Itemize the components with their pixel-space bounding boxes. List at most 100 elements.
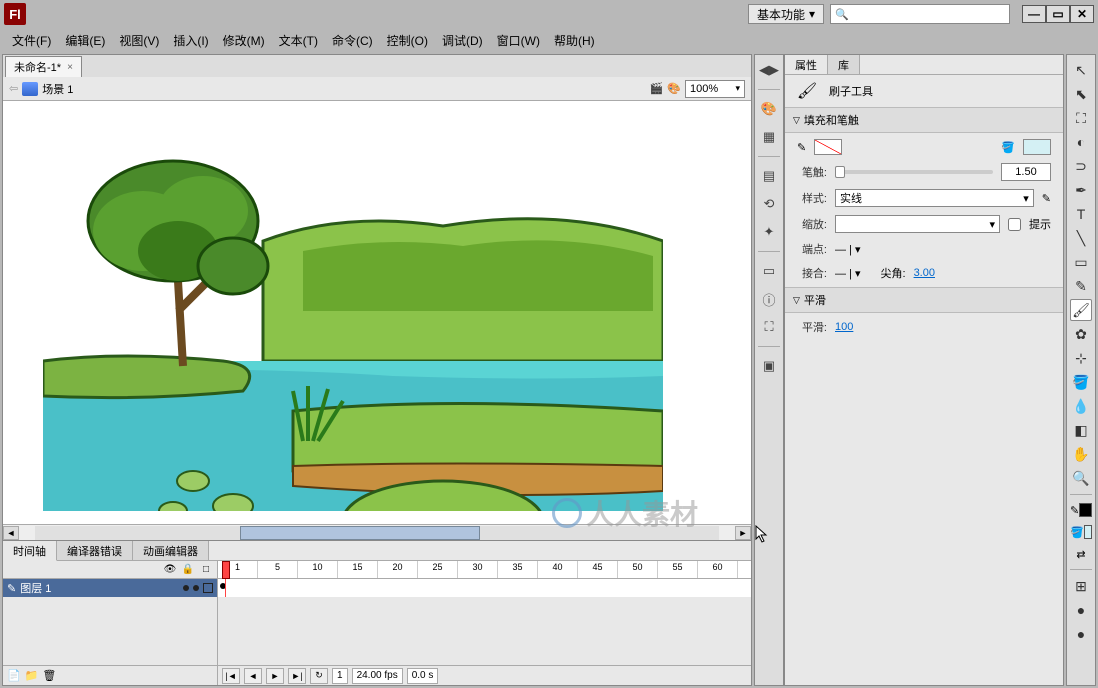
menu-file[interactable]: 文件(F) xyxy=(6,30,57,51)
zoom-tool-icon[interactable]: 🔍 xyxy=(1070,467,1092,489)
minimize-button[interactable]: — xyxy=(1022,5,1046,23)
workspace-selector[interactable]: 基本功能 ▾ xyxy=(748,4,824,24)
expand-dock-icon[interactable]: ◀▶ xyxy=(758,59,780,81)
brush-shape-icon[interactable]: ● xyxy=(1070,623,1092,645)
lock-icon[interactable]: 🔒 xyxy=(181,564,195,575)
selection-tool-icon[interactable]: ↖ xyxy=(1070,59,1092,81)
transform-icon[interactable]: ⟲ xyxy=(758,193,780,215)
lasso-tool-icon[interactable]: ⊃ xyxy=(1070,155,1092,177)
horizontal-scrollbar[interactable]: ◄ ► xyxy=(3,524,751,540)
text-tool-icon[interactable]: T xyxy=(1070,203,1092,225)
info-icon[interactable]: ✦ xyxy=(758,221,780,243)
style-combo[interactable]: 实线▾ xyxy=(835,189,1034,207)
align-icon[interactable]: ▤ xyxy=(758,165,780,187)
fill-palette-swatch[interactable] xyxy=(1084,525,1092,539)
section-fill-stroke[interactable]: ▽ 填充和笔触 xyxy=(785,107,1063,133)
menu-debug[interactable]: 调试(D) xyxy=(436,30,489,51)
maximize-button[interactable]: ▭ xyxy=(1046,5,1070,23)
eyedropper-icon[interactable]: 💧 xyxy=(1070,395,1092,417)
library-icon[interactable]: ▭ xyxy=(758,260,780,282)
edit-scene-icon[interactable]: 🎬 xyxy=(650,82,664,95)
subselect-tool-icon[interactable]: ⬉ xyxy=(1070,83,1092,105)
hand-tool-icon[interactable]: ✋ xyxy=(1070,443,1092,465)
bucket-tool-icon[interactable]: 🪣 xyxy=(1070,371,1092,393)
menu-text[interactable]: 文本(T) xyxy=(273,30,324,51)
cap-value[interactable]: — | ▾ xyxy=(835,243,861,256)
scroll-thumb[interactable] xyxy=(240,526,479,540)
stroke-color-swatch[interactable] xyxy=(814,139,842,155)
brush-tool-icon[interactable]: 🖌 xyxy=(1070,299,1092,321)
rectangle-tool-icon[interactable]: ▭ xyxy=(1070,251,1092,273)
search-input[interactable]: 🔍 xyxy=(830,4,1010,24)
close-button[interactable]: ✕ xyxy=(1070,5,1094,23)
pencil-swatch-icon: ✎ xyxy=(797,141,806,154)
tab-timeline[interactable]: 时间轴 xyxy=(3,541,57,561)
transform2-icon[interactable]: ⛶ xyxy=(758,316,780,338)
fill-color-swatch[interactable] xyxy=(1023,139,1051,155)
step-back-icon[interactable]: ◄ xyxy=(244,668,262,684)
tab-properties[interactable]: 属性 xyxy=(785,55,828,74)
eraser-tool-icon[interactable]: ◧ xyxy=(1070,419,1092,441)
scale-combo[interactable]: ▾ xyxy=(835,215,1000,233)
section-smoothing[interactable]: ▽ 平滑 xyxy=(785,287,1063,313)
scroll-left-icon[interactable]: ◄ xyxy=(3,526,19,540)
stroke-value[interactable]: 1.50 xyxy=(1001,163,1051,181)
scene-bar: ⇦ 场景 1 🎬 🎨 100% ▾ xyxy=(3,77,751,101)
menu-insert[interactable]: 插入(I) xyxy=(167,30,214,51)
swap-colors-icon[interactable]: ⇄ xyxy=(1070,544,1092,564)
stroke-palette-swatch[interactable] xyxy=(1079,503,1092,517)
line-tool-icon[interactable]: ╲ xyxy=(1070,227,1092,249)
join-value[interactable]: — | ▾ xyxy=(835,267,861,280)
miter-value[interactable]: 3.00 xyxy=(914,267,935,279)
scroll-right-icon[interactable]: ► xyxy=(735,526,751,540)
deco-tool-icon[interactable]: ✿ xyxy=(1070,323,1092,345)
info2-icon[interactable]: ⓘ xyxy=(758,288,780,310)
new-layer-icon[interactable]: 📄 xyxy=(7,669,21,682)
play-icon[interactable]: ► xyxy=(266,668,284,684)
rewind-icon[interactable]: |◄ xyxy=(222,668,240,684)
zoom-field[interactable]: 100% ▾ xyxy=(685,80,745,98)
pencil-icon: ✎ xyxy=(7,582,16,595)
delete-layer-icon[interactable]: 🗑 xyxy=(42,669,56,682)
frames-row[interactable] xyxy=(218,579,751,597)
outline-icon[interactable]: □ xyxy=(199,564,213,575)
pen-tool-icon[interactable]: ✒ xyxy=(1070,179,1092,201)
option-1-icon[interactable]: ⊞ xyxy=(1070,575,1092,597)
tab-motion-editor[interactable]: 动画编辑器 xyxy=(133,541,209,560)
menu-window[interactable]: 窗口(W) xyxy=(491,30,546,51)
eye-icon[interactable]: 👁 xyxy=(163,564,177,575)
smooth-value[interactable]: 100 xyxy=(835,321,853,333)
canvas[interactable] xyxy=(3,101,751,524)
new-folder-icon[interactable]: 📁 xyxy=(25,669,39,682)
step-fwd-icon[interactable]: ►| xyxy=(288,668,306,684)
document-tab[interactable]: 未命名-1* × xyxy=(5,56,82,77)
menu-control[interactable]: 控制(O) xyxy=(381,30,434,51)
3d-rotate-icon[interactable]: ◐ xyxy=(1070,131,1092,153)
edit-symbol-icon[interactable]: 🎨 xyxy=(667,82,681,95)
menu-modify[interactable]: 修改(M) xyxy=(217,30,271,51)
free-transform-icon[interactable]: ⛶ xyxy=(1070,107,1092,129)
menu-view[interactable]: 视图(V) xyxy=(113,30,165,51)
brush-size-icon[interactable]: ● xyxy=(1070,599,1092,621)
menu-edit[interactable]: 编辑(E) xyxy=(59,30,111,51)
current-frame[interactable]: 1 xyxy=(332,668,348,684)
tab-library[interactable]: 库 xyxy=(828,55,860,74)
loop-icon[interactable]: ↻ xyxy=(310,668,328,684)
close-tab-icon[interactable]: × xyxy=(67,62,73,73)
collapse-icon: ▽ xyxy=(793,115,800,126)
bone-tool-icon[interactable]: ⊹ xyxy=(1070,347,1092,369)
palette-icon[interactable]: 🎨 xyxy=(758,98,780,120)
tab-compiler-errors[interactable]: 编译器错误 xyxy=(57,541,133,560)
layer-row[interactable]: ✎ 图层 1 xyxy=(3,579,217,597)
back-arrow-icon[interactable]: ⇦ xyxy=(9,82,18,95)
playhead[interactable] xyxy=(222,561,230,579)
components-icon[interactable]: ▣ xyxy=(758,355,780,377)
hint-checkbox[interactable] xyxy=(1008,218,1021,231)
timeline-ruler[interactable]: 1 5 10 15 20 25 30 35 40 45 50 55 60 xyxy=(218,561,751,579)
menu-help[interactable]: 帮助(H) xyxy=(548,30,601,51)
swatches-icon[interactable]: ▦ xyxy=(758,126,780,148)
pencil-tool-icon[interactable]: ✎ xyxy=(1070,275,1092,297)
menu-commands[interactable]: 命令(C) xyxy=(326,30,379,51)
edit-style-icon[interactable]: ✎ xyxy=(1042,192,1051,205)
stroke-slider[interactable] xyxy=(835,170,993,174)
